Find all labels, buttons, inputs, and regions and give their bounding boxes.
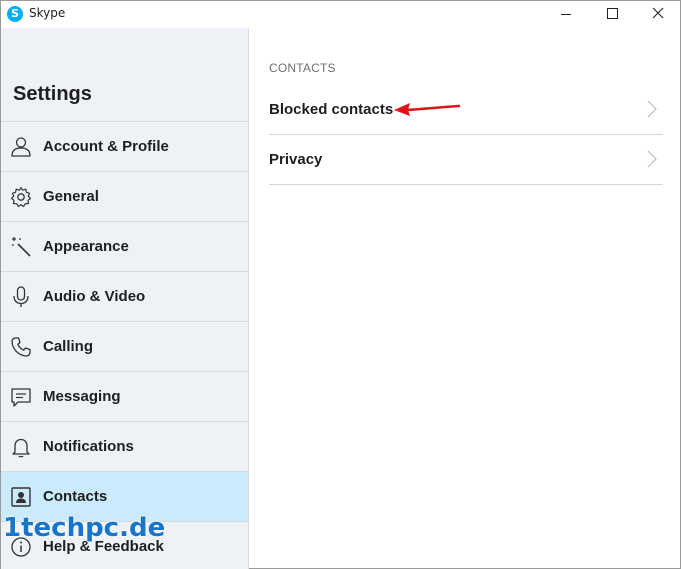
- sidebar-item-label: Audio & Video: [43, 288, 146, 305]
- sidebar-item-messaging[interactable]: Messaging: [1, 371, 248, 421]
- message-icon: [11, 388, 31, 407]
- sidebar-item-label: Messaging: [43, 388, 121, 405]
- sidebar-item-calling[interactable]: Calling: [1, 321, 248, 371]
- settings-title: Settings: [13, 83, 92, 105]
- sidebar-item-label: Contacts: [43, 488, 108, 505]
- sidebar-item-audio-video[interactable]: Audio & Video: [1, 271, 248, 321]
- red-arrow-annotation: [394, 103, 461, 116]
- sidebar-item-notifications[interactable]: Notifications: [1, 421, 248, 471]
- skype-window: S Skype Settings Account & Profile Gener…: [0, 0, 681, 569]
- bell-icon: [12, 438, 30, 458]
- window-title: Skype: [29, 6, 66, 20]
- blocked-contacts-row[interactable]: Blocked contacts: [269, 85, 663, 135]
- sidebar-item-label: Account & Profile: [43, 138, 169, 155]
- watermark: 1techpc.de: [3, 513, 166, 543]
- chevron-right-icon: [647, 150, 657, 168]
- row-label: Privacy: [269, 151, 323, 168]
- maximize-icon: [607, 8, 618, 19]
- chevron-right-icon: [647, 100, 657, 118]
- section-heading: CONTACTS: [269, 61, 336, 75]
- sidebar-item-label: General: [43, 188, 99, 205]
- title-bar: S Skype: [1, 1, 680, 28]
- sidebar-item-appearance[interactable]: Appearance: [1, 221, 248, 271]
- close-button[interactable]: [635, 1, 681, 28]
- skype-logo-icon: S: [7, 6, 23, 22]
- sidebar-item-account-profile[interactable]: Account & Profile: [1, 121, 248, 171]
- privacy-row[interactable]: Privacy: [269, 135, 663, 185]
- contact-card-icon: [11, 487, 31, 507]
- sidebar-item-general[interactable]: General: [1, 171, 248, 221]
- maximize-button[interactable]: [589, 1, 635, 28]
- sidebar-item-label: Appearance: [43, 238, 129, 255]
- gear-icon: [10, 186, 32, 208]
- sidebar-item-label: Calling: [43, 338, 94, 355]
- phone-icon: [11, 337, 31, 357]
- microphone-icon: [13, 286, 29, 307]
- magic-wand-icon: [12, 237, 31, 257]
- sidebar-item-label: Notifications: [43, 438, 134, 455]
- minimize-button[interactable]: [543, 1, 589, 28]
- close-icon: [652, 7, 664, 19]
- row-label: Blocked contacts: [269, 101, 394, 118]
- settings-sidebar: Settings Account & Profile General Appea…: [1, 28, 249, 569]
- minimize-icon: [561, 14, 571, 15]
- person-icon: [11, 137, 31, 157]
